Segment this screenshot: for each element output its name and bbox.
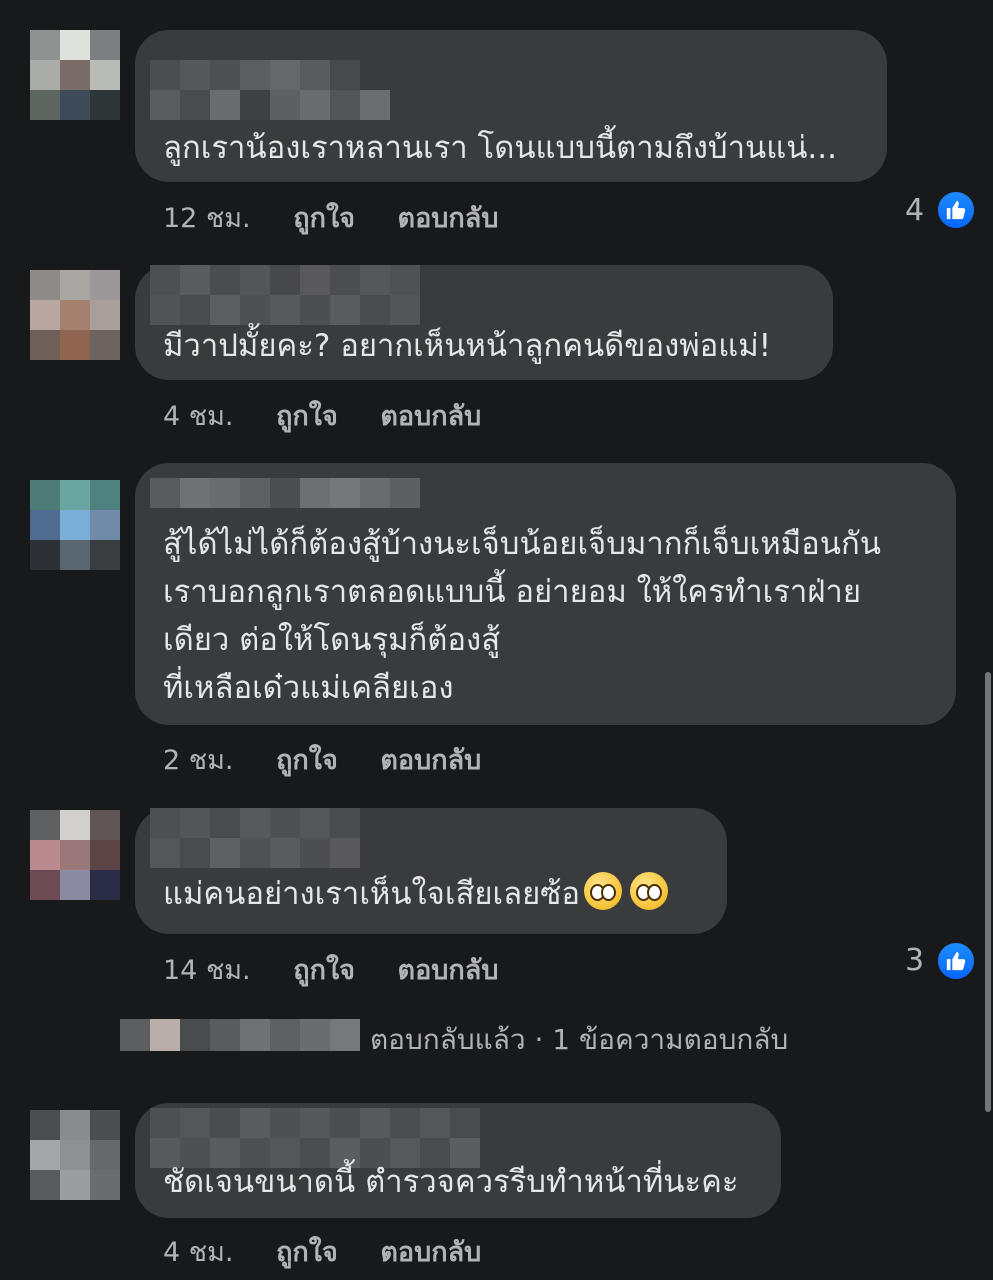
comment-text: เดียว ต่อให้โดนรุมก็ต้องสู้ <box>163 622 501 658</box>
commenter-name[interactable] <box>150 60 390 120</box>
comment-text: เราบอกลูกเราตลอดแบบนี้ อย่ายอม ให้ใครทำเ… <box>163 574 861 610</box>
reply-button[interactable]: ตอบกลับ <box>380 401 481 432</box>
comment-text: แม่คนอย่างเราเห็นใจเสียเลยซ้อ <box>163 870 668 918</box>
like-icon[interactable] <box>936 190 976 230</box>
avatar[interactable] <box>30 30 120 120</box>
reply-button[interactable]: ตอบกลับ <box>398 203 499 234</box>
like-button[interactable]: ถูกใจ <box>293 203 355 234</box>
comment-meta: 4 ชม. ถูกใจ ตอบกลับ <box>163 1230 481 1273</box>
comment-time[interactable]: 4 ชม. <box>163 401 233 432</box>
commenter-name[interactable] <box>150 265 420 325</box>
reply-button[interactable]: ตอบกลับ <box>380 745 481 776</box>
comment-time[interactable]: 4 ชม. <box>163 1237 233 1268</box>
comment-meta: 14 ชม. ถูกใจ ตอบกลับ <box>163 948 498 991</box>
comment-meta: 4 ชม. ถูกใจ ตอบกลับ <box>163 394 481 437</box>
comment-text-body: แม่คนอย่างเราเห็นใจเสียเลยซ้อ <box>163 876 580 912</box>
comment-text: ชัดเจนขนาดนี้ ตำรวจควรรีบทำหน้าที่นะคะ <box>163 1164 739 1200</box>
comment-time[interactable]: 2 ชม. <box>163 745 233 776</box>
reaction-count[interactable]: 4 <box>905 193 924 228</box>
comment-time[interactable]: 12 ชม. <box>163 203 251 234</box>
commenter-name[interactable] <box>150 478 420 508</box>
pleading-face-emoji <box>629 872 668 910</box>
commenter-name[interactable] <box>150 808 360 868</box>
like-icon[interactable] <box>936 941 976 981</box>
pleading-face-emoji <box>583 872 622 910</box>
avatar[interactable] <box>30 810 120 900</box>
like-button[interactable]: ถูกใจ <box>276 745 338 776</box>
reaction-count[interactable]: 3 <box>905 943 924 978</box>
comment-meta: 12 ชม. ถูกใจ ตอบกลับ <box>163 196 498 239</box>
comment-text: ลูกเราน้องเราหลานเรา โดนแบบนี้ตามถึงบ้าน… <box>163 130 837 166</box>
avatar[interactable] <box>30 480 120 570</box>
comment-text: มีวาปมั้ยคะ? อยากเห็นหน้าลูกคนดีของพ่อแม… <box>163 328 772 364</box>
like-button[interactable]: ถูกใจ <box>276 1237 338 1268</box>
scrollbar[interactable] <box>985 672 991 1112</box>
avatar[interactable] <box>30 1110 120 1200</box>
view-replies-link[interactable]: ตอบกลับแล้ว · 1 ข้อความตอบกลับ <box>370 1018 788 1062</box>
comment-meta: 2 ชม. ถูกใจ ตอบกลับ <box>163 738 481 781</box>
comment-time[interactable]: 14 ชม. <box>163 955 251 986</box>
avatar[interactable] <box>30 270 120 360</box>
comment-text: ที่เหลือเด๋วแม่เคลียเอง <box>163 670 454 706</box>
reply-avatar-name-blur[interactable] <box>120 1019 360 1051</box>
reply-button[interactable]: ตอบกลับ <box>380 1237 481 1268</box>
reply-button[interactable]: ตอบกลับ <box>398 955 499 986</box>
comment-text: สู้ได้ไม่ได้ก็ต้องสู้บ้างนะเจ็บน้อยเจ็บม… <box>163 526 881 562</box>
like-button[interactable]: ถูกใจ <box>293 955 355 986</box>
like-button[interactable]: ถูกใจ <box>276 401 338 432</box>
